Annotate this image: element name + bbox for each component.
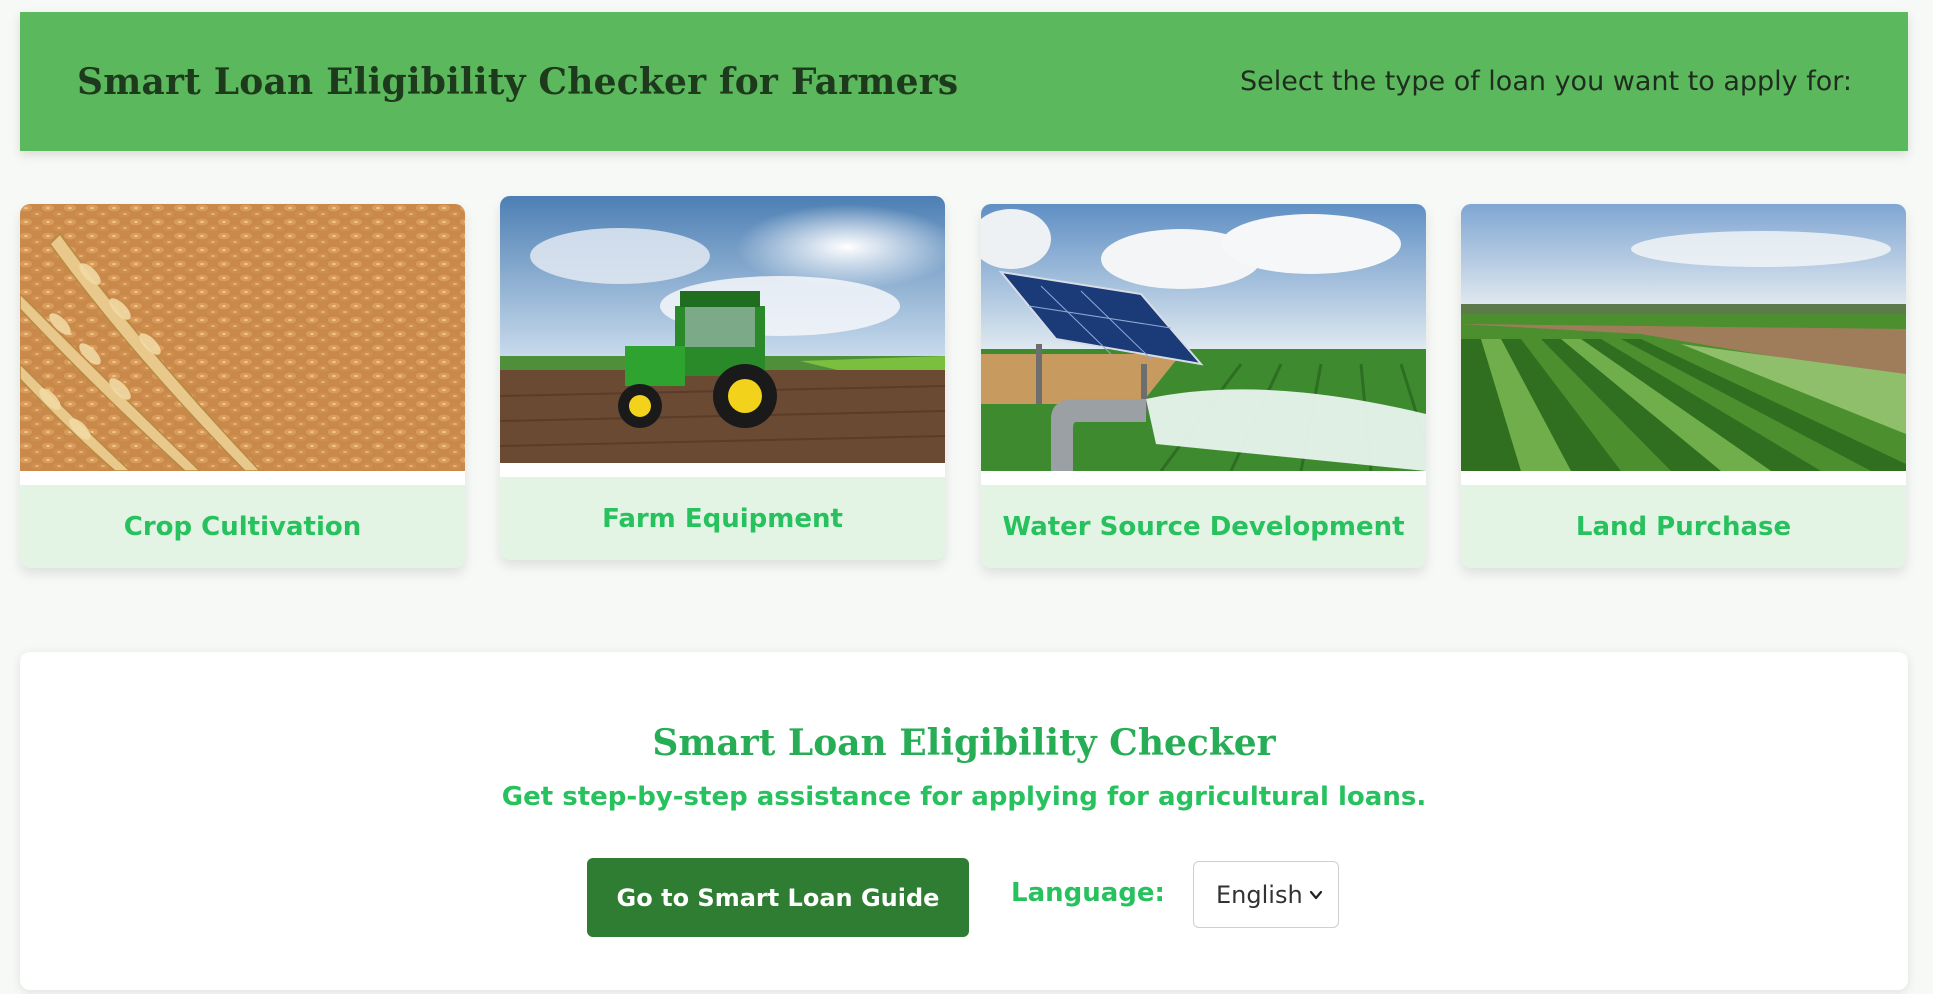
card-divider [1461, 471, 1906, 485]
language-label: Language: [1011, 878, 1165, 908]
tractor-image [500, 196, 945, 463]
smart-loan-panel: Smart Loan Eligibility Checker Get step-… [20, 652, 1908, 990]
card-divider [20, 471, 465, 485]
loan-card-farm-equipment[interactable]: Farm Equipment [500, 196, 945, 560]
loan-card-label: Farm Equipment [602, 503, 843, 534]
smart-loan-guide-button[interactable]: Go to Smart Loan Guide [587, 858, 969, 937]
chevron-down-icon [1309, 890, 1323, 899]
page-title: Smart Loan Eligibility Checker for Farme… [77, 60, 959, 103]
loan-card-crop-cultivation[interactable]: Crop Cultivation [20, 204, 465, 568]
card-divider [981, 471, 1426, 485]
language-select[interactable]: English [1193, 861, 1339, 928]
loan-card-label: Crop Cultivation [123, 511, 362, 542]
loan-type-prompt: Select the type of loan you want to appl… [1240, 66, 1852, 97]
language-selected-value: English [1216, 880, 1303, 909]
farmland-image [1461, 204, 1906, 471]
solar-pump-irrigation-image [981, 204, 1426, 471]
loan-card-label: Land Purchase [1575, 511, 1792, 542]
loan-card-label: Water Source Development [1002, 511, 1405, 542]
panel-title: Smart Loan Eligibility Checker [652, 722, 1276, 764]
loan-card-land-purchase[interactable]: Land Purchase [1461, 204, 1906, 568]
card-divider [500, 463, 945, 477]
panel-subtitle: Get step-by-step assistance for applying… [501, 782, 1427, 812]
loan-card-water-source-development[interactable]: Water Source Development [981, 204, 1426, 568]
page: Smart Loan Eligibility Checker for Farme… [0, 0, 1933, 994]
wheat-grain-image [20, 204, 465, 471]
header-banner: Smart Loan Eligibility Checker for Farme… [20, 12, 1908, 151]
